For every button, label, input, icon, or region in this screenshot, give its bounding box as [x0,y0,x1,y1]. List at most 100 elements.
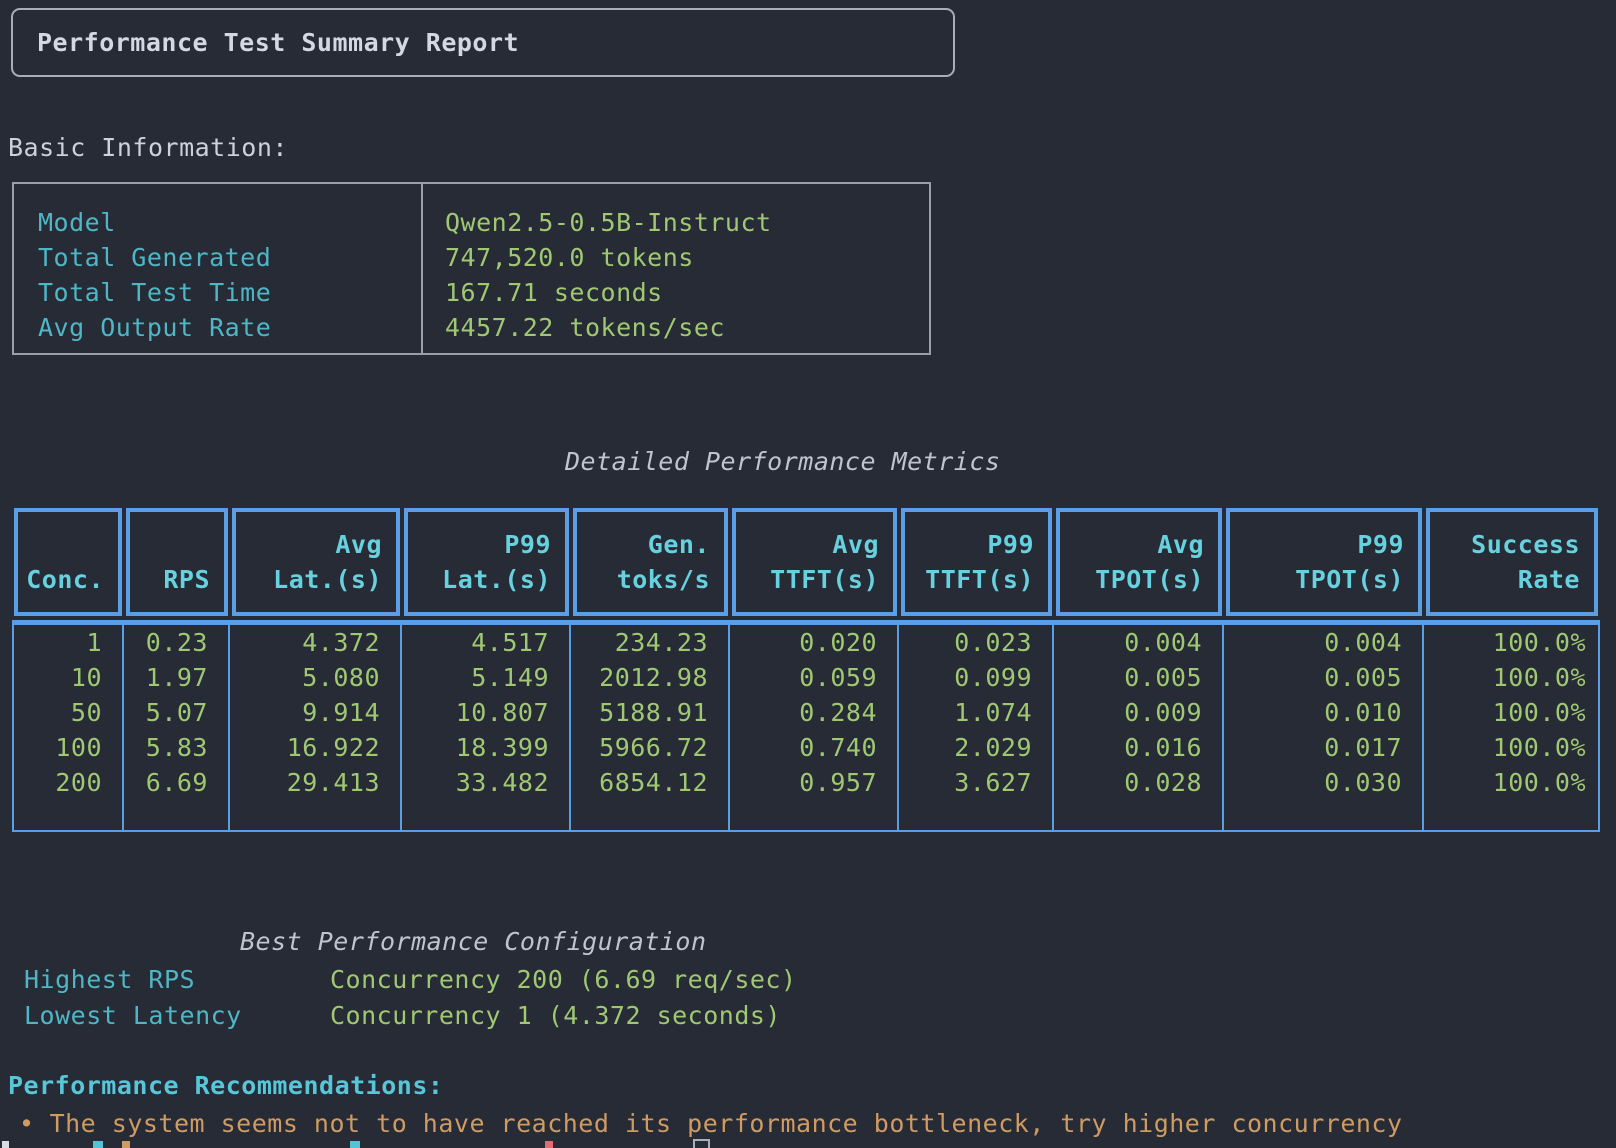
table-cell: 0.284 [730,695,897,730]
column-p99-ttft: 0.023 0.099 1.074 2.029 3.627 [899,625,1054,830]
column-success-rate: 100.0% 100.0% 100.0% 100.0% 100.0% [1424,625,1598,830]
table-cell: 2012.98 [571,660,728,695]
basic-info-label-column: Model Total Generated Total Test Time Av… [14,184,423,353]
info-label: Total Test Time [38,275,421,310]
glyph-fragment [545,1141,553,1148]
table-cell: 100.0% [1424,730,1598,765]
info-value: 747,520.0 tokens [445,240,929,275]
best-config-label: Lowest Latency [24,998,242,1033]
column-gen-toks: 234.23 2012.98 5188.91 5966.72 6854.12 [571,625,730,830]
table-cell: 18.399 [402,730,569,765]
table-cell: 0.23 [124,625,228,660]
table-cell: 100.0% [1424,695,1598,730]
basic-info-table: Model Total Generated Total Test Time Av… [12,182,931,355]
terminal-screen[interactable]: Performance Test Summary Report Basic In… [0,0,1616,1148]
recommendation-text: The system seems not to have reached its… [50,1109,1403,1138]
table-cell: 0.004 [1054,625,1222,660]
glyph-fragment [93,1141,103,1148]
best-config-row: Highest RPS Concurrency 200 (6.69 req/se… [0,962,1616,997]
column-header-p99-tpot: P99TPOT(s) [1226,508,1422,616]
best-config-label: Highest RPS [24,962,195,997]
table-cell: 33.482 [402,765,569,800]
table-cell: 50 [14,695,122,730]
table-cell: 0.059 [730,660,897,695]
column-header-success-rate: SuccessRate [1426,508,1598,616]
info-label: Avg Output Rate [38,310,421,345]
table-cell: 1.97 [124,660,228,695]
column-header-gen-toks: Gen.toks/s [573,508,728,616]
column-header-avg-ttft: AvgTTFT(s) [732,508,897,616]
table-cell: 0.023 [899,625,1052,660]
metrics-table-body: 1 10 50 100 200 0.23 1.97 5.07 5.83 6.69… [12,625,1600,832]
table-cell: 16.922 [230,730,400,765]
table-cell: 100.0% [1424,625,1598,660]
table-cell: 5.149 [402,660,569,695]
table-cell: 0.005 [1054,660,1222,695]
column-avg-lat: 4.372 5.080 9.914 16.922 29.413 [230,625,402,830]
basic-info-value-column: Qwen2.5-0.5B-Instruct 747,520.0 tokens 1… [423,184,929,353]
column-avg-ttft: 0.020 0.059 0.284 0.740 0.957 [730,625,899,830]
terminal-cursor [693,1139,710,1148]
best-config-value: Concurrency 200 (6.69 req/sec) [330,962,797,997]
column-p99-tpot: 0.004 0.005 0.010 0.017 0.030 [1224,625,1424,830]
table-cell: 0.030 [1224,765,1422,800]
table-cell: 0.004 [1224,625,1422,660]
table-cell: 0.740 [730,730,897,765]
table-cell: 0.016 [1054,730,1222,765]
metrics-table-title: Detailed Performance Metrics [565,444,1000,479]
table-cell: 0.957 [730,765,897,800]
table-cell: 100.0% [1424,660,1598,695]
column-header-conc: Conc. [14,508,122,616]
glyph-fragment [122,1141,130,1148]
table-cell: 1 [14,625,122,660]
info-label: Model [38,205,421,240]
info-value: Qwen2.5-0.5B-Instruct [445,205,929,240]
column-rps: 0.23 1.97 5.07 5.83 6.69 [124,625,230,830]
table-cell: 5966.72 [571,730,728,765]
glyph-fragment [2,1141,9,1148]
table-cell: 0.010 [1224,695,1422,730]
table-cell: 234.23 [571,625,728,660]
table-cell: 1.074 [899,695,1052,730]
info-value: 4457.22 tokens/sec [445,310,929,345]
table-cell: 3.627 [899,765,1052,800]
column-avg-tpot: 0.004 0.005 0.009 0.016 0.028 [1054,625,1224,830]
table-cell: 5.83 [124,730,228,765]
clipped-next-line [0,1138,1616,1148]
table-cell: 0.099 [899,660,1052,695]
best-config-row: Lowest Latency Concurrency 1 (4.372 seco… [0,998,1616,1033]
table-cell: 100.0% [1424,765,1598,800]
table-cell: 0.009 [1054,695,1222,730]
recommendations-heading: Performance Recommendations: [8,1068,443,1103]
metrics-table-header: Conc. RPS AvgLat.(s) P99Lat.(s) Gen.toks… [12,508,1600,616]
table-cell: 10 [14,660,122,695]
column-header-p99-lat: P99Lat.(s) [404,508,569,616]
report-title: Performance Test Summary Report [37,25,519,60]
table-cell: 2.029 [899,730,1052,765]
bullet-icon: • [19,1109,35,1138]
table-cell: 5188.91 [571,695,728,730]
table-cell: 29.413 [230,765,400,800]
table-cell: 6.69 [124,765,228,800]
table-cell: 4.372 [230,625,400,660]
glyph-fragment [350,1141,360,1148]
column-conc: 1 10 50 100 200 [14,625,124,830]
best-config-value: Concurrency 1 (4.372 seconds) [330,998,781,1033]
column-header-p99-ttft: P99TTFT(s) [901,508,1052,616]
column-p99-lat: 4.517 5.149 10.807 18.399 33.482 [402,625,571,830]
table-cell: 0.028 [1054,765,1222,800]
best-config-title: Best Performance Configuration [240,924,707,959]
table-cell: 100 [14,730,122,765]
table-cell: 200 [14,765,122,800]
table-cell: 0.020 [730,625,897,660]
table-cell: 4.517 [402,625,569,660]
table-cell: 9.914 [230,695,400,730]
column-header-avg-tpot: AvgTPOT(s) [1056,508,1222,616]
table-cell: 0.005 [1224,660,1422,695]
recommendation-item: • The system seems not to have reached it… [19,1106,1403,1141]
info-value: 167.71 seconds [445,275,929,310]
table-cell: 6854.12 [571,765,728,800]
table-cell: 5.07 [124,695,228,730]
table-cell: 10.807 [402,695,569,730]
report-title-panel: Performance Test Summary Report [11,8,955,77]
